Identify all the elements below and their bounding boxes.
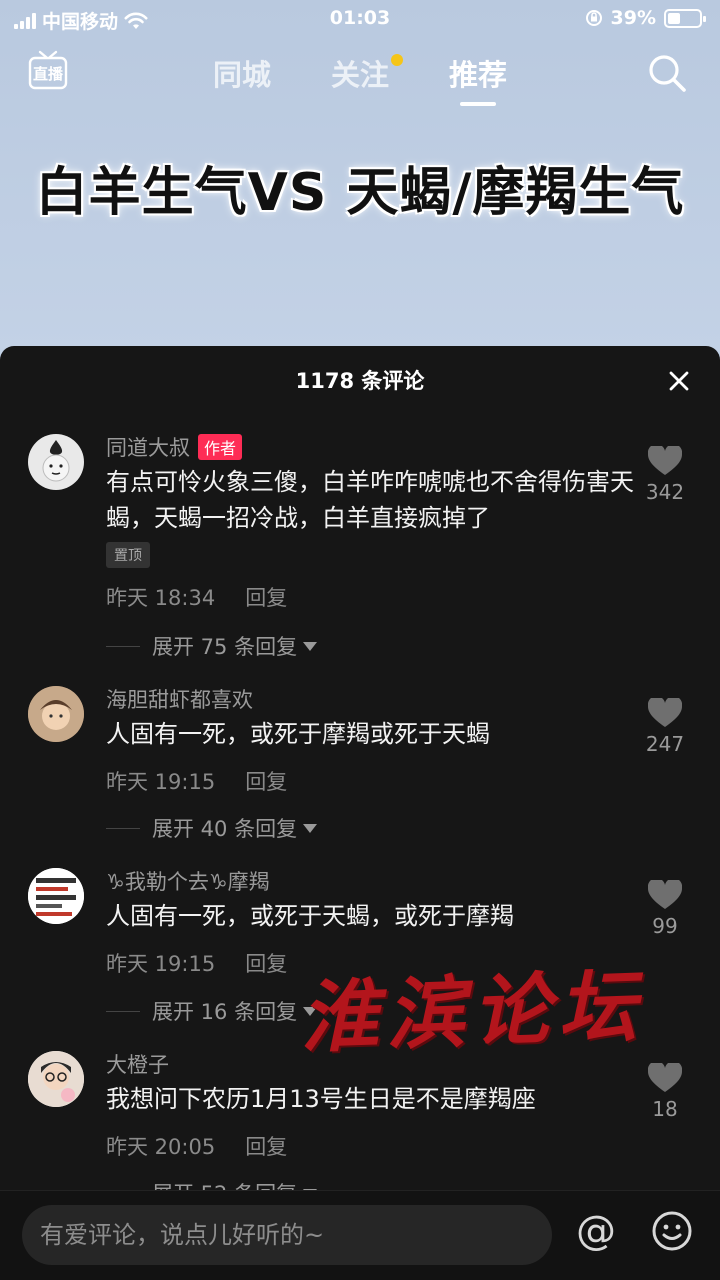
comment-time: 昨天 20:05	[106, 1135, 216, 1159]
expand-replies-button[interactable]: 展开 40 条回复	[106, 813, 318, 843]
tab-following[interactable]: 关注	[330, 52, 403, 102]
battery-fill	[668, 12, 680, 24]
feed-tabs: 同城 关注 推荐	[0, 52, 720, 102]
comment-text[interactable]: 人固有一死，或死于摩羯或死于天蝎	[106, 716, 636, 752]
comment-count: 1178 条评论	[295, 369, 425, 393]
comment-input-bar: 有爱评论，说点儿好听的~ @	[0, 1190, 720, 1280]
mention-button[interactable]: @	[574, 1209, 618, 1253]
tab-nearby[interactable]: 同城	[213, 52, 271, 102]
reply-button[interactable]: 回复	[245, 582, 287, 612]
reply-button[interactable]: 回复	[245, 948, 287, 978]
comment-time: 昨天 19:15	[106, 952, 216, 976]
battery-icon	[664, 8, 706, 28]
battery-percent: 39%	[610, 7, 656, 29]
top-nav: 直播 同城 关注 推荐	[0, 44, 720, 104]
search-icon[interactable]	[646, 52, 688, 94]
video-title: 白羊生气VS 天蝎/摩羯生气	[35, 163, 685, 223]
pinned-badge: 置顶	[106, 542, 150, 568]
tab-label: 同城	[212, 58, 271, 92]
emoji-icon[interactable]	[650, 1209, 694, 1253]
comments-header: 1178 条评论	[0, 346, 720, 416]
chevron-down-icon	[303, 823, 318, 833]
reply-button[interactable]: 回复	[245, 1131, 287, 1161]
divider-line	[106, 645, 140, 647]
comment-body: 大橙子 我想问下农历1月13号生日是不是摩羯座 昨天 20:05 回复	[106, 1049, 636, 1161]
username[interactable]: 同道大叔	[106, 432, 190, 462]
comment-user-row: ♑我勒个去♑摩羯	[106, 866, 636, 896]
like-button[interactable]: 99	[630, 880, 700, 938]
comment-input[interactable]: 有爱评论，说点儿好听的~	[22, 1205, 552, 1265]
heart-icon	[648, 1063, 682, 1092]
comment-time: 昨天 18:34	[106, 586, 216, 610]
notification-dot	[391, 54, 403, 66]
tab-label: 推荐	[449, 58, 508, 92]
expand-label: 展开 75 条回复	[152, 635, 298, 659]
heart-icon	[648, 446, 682, 475]
avatar[interactable]	[28, 1051, 84, 1107]
username[interactable]: ♑我勒个去♑摩羯	[106, 866, 270, 896]
avatar-photo-icon	[28, 1051, 84, 1107]
status-right: 39%	[585, 7, 706, 29]
comment-user-row: 同道大叔 作者	[106, 432, 636, 462]
comment-meta: 昨天 20:05 回复	[106, 1131, 636, 1161]
comment-user-row: 海胆甜虾都喜欢	[106, 684, 636, 714]
comment-meta: 昨天 19:15 回复	[106, 766, 636, 796]
like-count: 342	[645, 480, 685, 504]
tab-recommended[interactable]: 推荐	[449, 52, 507, 102]
expand-replies-button[interactable]: 展开 16 条回复	[106, 996, 318, 1026]
comment-body: 海胆甜虾都喜欢 人固有一死，或死于摩羯或死于天蝎 昨天 19:15 回复	[106, 684, 636, 796]
chevron-down-icon	[303, 641, 318, 651]
avatar[interactable]	[28, 434, 84, 490]
comment-meta: 昨天 18:34 回复	[106, 582, 636, 612]
divider-line	[106, 1010, 140, 1012]
avatar-figure-icon	[42, 440, 70, 482]
avatar-text-icon	[28, 868, 84, 924]
avatar-photo-icon	[28, 686, 84, 742]
close-icon[interactable]	[666, 368, 692, 394]
avatar[interactable]	[28, 686, 84, 742]
like-count: 99	[652, 914, 678, 938]
forum-watermark: 淮滨论坛	[298, 961, 646, 1064]
username[interactable]: 大橙子	[106, 1049, 169, 1079]
like-button[interactable]: 342	[630, 446, 700, 504]
comment-time: 昨天 19:15	[106, 770, 216, 794]
tab-label: 关注	[330, 58, 389, 92]
orientation-lock-icon	[585, 10, 602, 26]
app-screen: 中国移动 01:03 39% 直播 同城 关注 推荐 白羊生气VS 天蝎/摩羯生…	[0, 0, 720, 1280]
comment-text[interactable]: 我想问下农历1月13号生日是不是摩羯座	[106, 1081, 636, 1117]
status-bar: 中国移动 01:03 39%	[0, 0, 720, 36]
avatar[interactable]	[28, 868, 84, 924]
reply-button[interactable]: 回复	[245, 766, 287, 796]
heart-icon	[648, 880, 682, 909]
expand-label: 展开 40 条回复	[152, 817, 298, 841]
comments-panel: 1178 条评论 同道大叔 作者 有点可怜火象三傻，白羊咋咋唬唬也不舍得伤害天蝎…	[0, 346, 720, 1280]
divider-line	[106, 827, 140, 829]
like-count: 18	[652, 1097, 678, 1121]
like-count: 247	[645, 732, 685, 756]
comment-text[interactable]: 有点可怜火象三傻，白羊咋咋唬唬也不舍得伤害天蝎，天蝎一招冷战，白羊直接疯掉了	[106, 464, 636, 536]
like-button[interactable]: 247	[630, 698, 700, 756]
comment-body: 同道大叔 作者 有点可怜火象三傻，白羊咋咋唬唬也不舍得伤害天蝎，天蝎一招冷战，白…	[106, 432, 636, 612]
like-button[interactable]: 18	[630, 1063, 700, 1121]
heart-icon	[648, 698, 682, 727]
author-badge: 作者	[198, 434, 243, 460]
comment-text[interactable]: 人固有一死，或死于天蝎，或死于摩羯	[106, 898, 636, 934]
username[interactable]: 海胆甜虾都喜欢	[106, 684, 253, 714]
expand-label: 展开 16 条回复	[152, 1000, 298, 1024]
expand-replies-button[interactable]: 展开 75 条回复	[106, 631, 318, 661]
